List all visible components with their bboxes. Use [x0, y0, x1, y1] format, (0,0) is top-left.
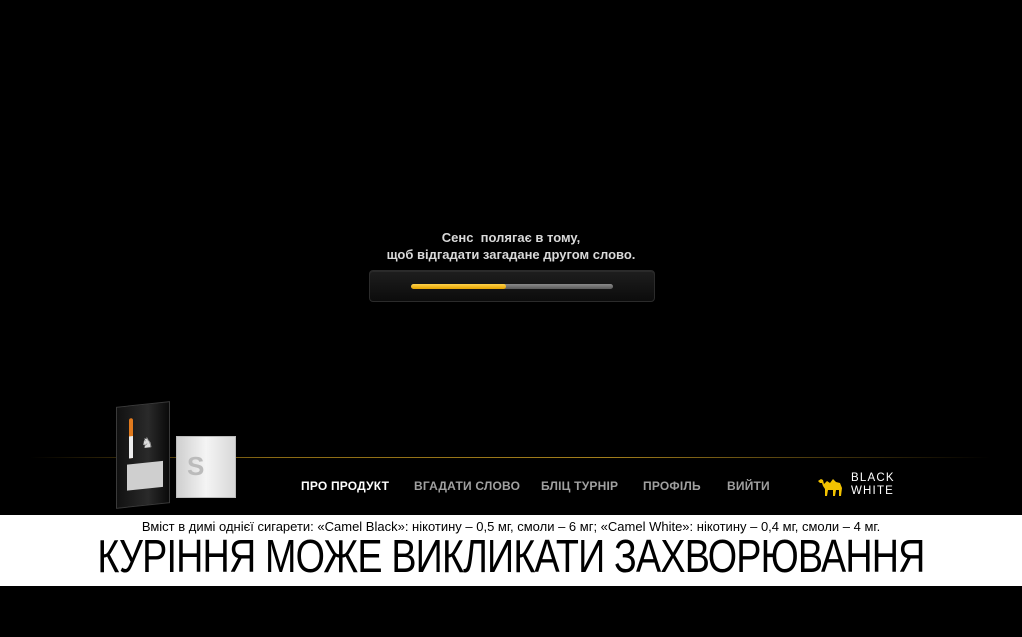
brand-name: BLACK WHITE — [851, 472, 895, 498]
camel-icon: ♞ — [141, 433, 154, 452]
pack-emblem-icon: S — [187, 451, 205, 481]
brand-line2: WHITE — [851, 485, 895, 497]
nav-profile[interactable]: ПРОФІЛЬ — [643, 479, 701, 493]
nav-guess-word[interactable]: ВГАДАТИ СЛОВО — [414, 479, 520, 493]
cigarette-filter — [129, 436, 133, 459]
loading-message: Сенс полягає в тому, щоб відгадати загад… — [0, 229, 1022, 263]
camel-icon — [818, 479, 842, 496]
health-warning-text: КУРІННЯ МОЖЕ ВИКЛИКАТИ ЗАХВОРЮВАННЯ НА Р… — [97, 530, 925, 636]
progress-fill — [411, 284, 506, 289]
nav-about-product[interactable]: ПРО ПРОДУКТ — [301, 479, 389, 493]
nav-logout[interactable]: ВИЙТИ — [727, 479, 770, 493]
nav-blitz-tournament[interactable]: БЛІЦ ТУРНІР — [541, 479, 618, 493]
loading-message-line2: щоб відгадати загадане другом слово. — [386, 247, 636, 262]
brand-line1: BLACK — [851, 472, 895, 484]
loading-message-line1: Сенс полягає в тому, — [441, 230, 581, 245]
progress-panel — [369, 270, 655, 302]
health-warning-banner: Вміст в димі однієї сигарети: «Camel Bla… — [0, 515, 1022, 636]
brand-logo[interactable]: BLACK WHITE — [816, 472, 908, 502]
progress-track — [411, 284, 613, 289]
